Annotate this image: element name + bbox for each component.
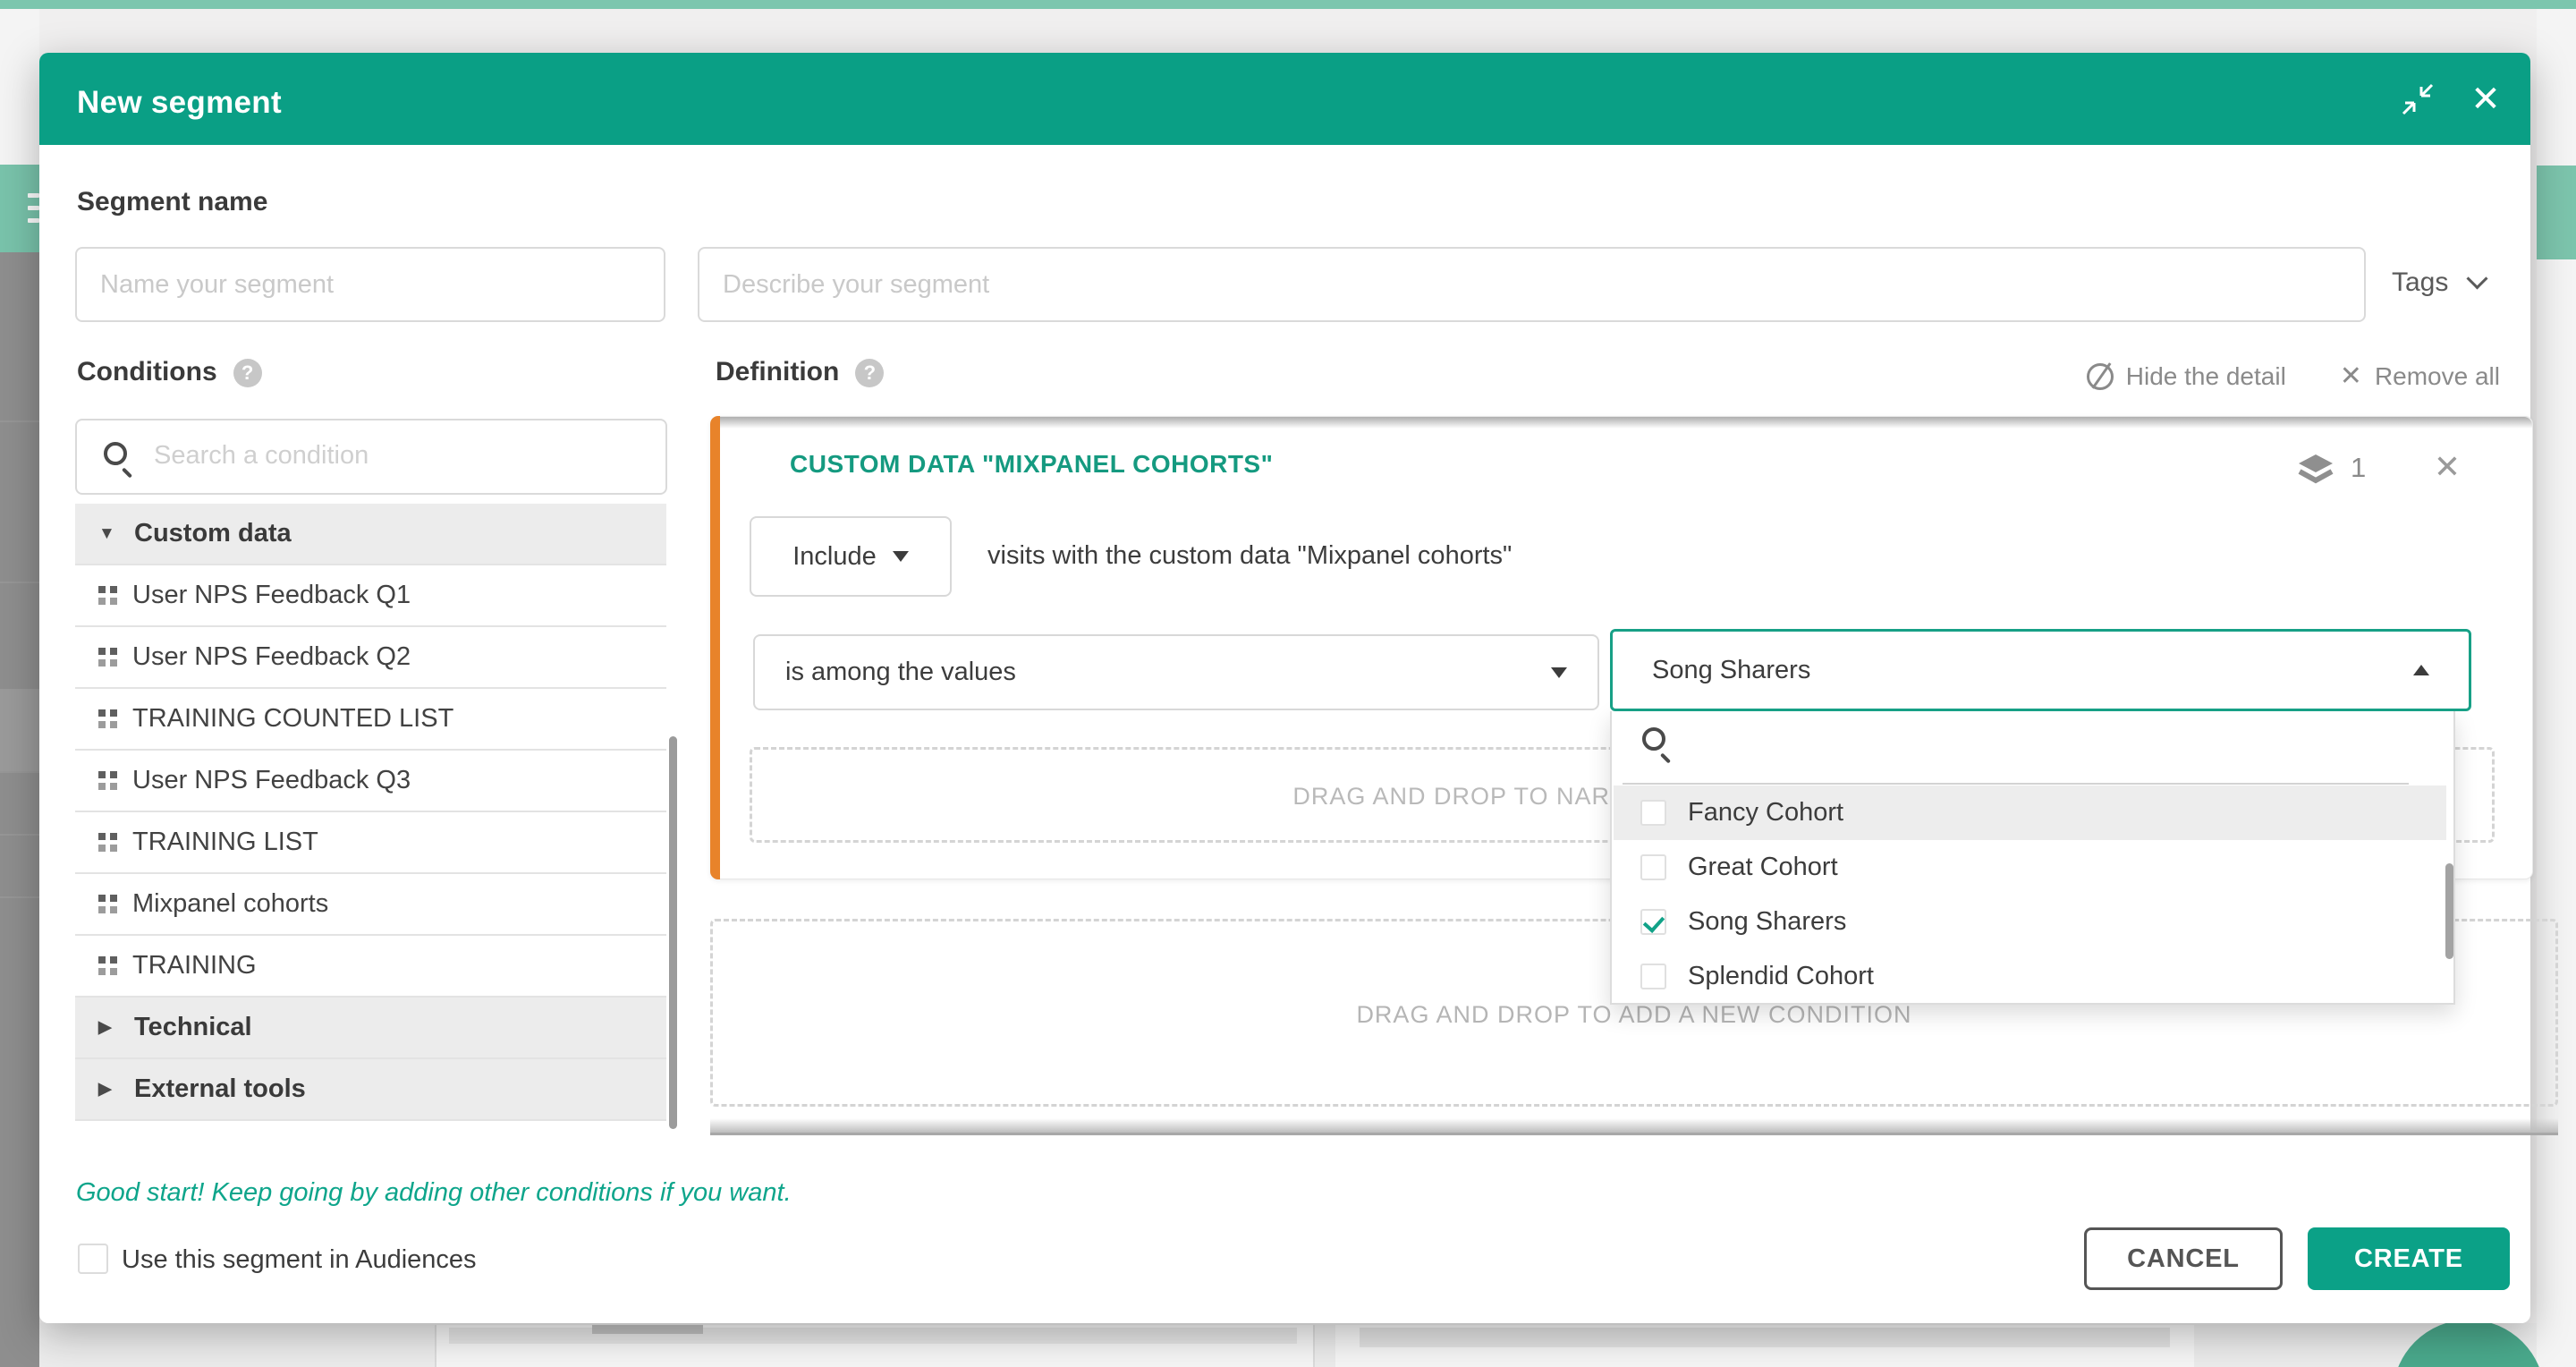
eye-slash-icon[interactable] xyxy=(2087,363,2114,390)
app-top-bar xyxy=(0,0,2576,9)
chevron-down-icon xyxy=(2467,267,2488,289)
caret-down-icon xyxy=(1551,667,1567,678)
audiences-checkbox[interactable] xyxy=(78,1244,108,1274)
caret-right-icon: ▶ xyxy=(98,1017,122,1038)
segment-name-label: Segment name xyxy=(77,187,267,217)
caret-down-icon: ▼ xyxy=(98,524,122,544)
app-header-band-right xyxy=(2537,166,2576,259)
layers-icon xyxy=(2297,454,2334,490)
layer-count: 1 xyxy=(2351,452,2366,484)
tags-label: Tags xyxy=(2392,267,2448,297)
condition-item[interactable]: User NPS Feedback Q2 xyxy=(75,627,666,689)
drag-handle-icon[interactable] xyxy=(98,771,106,778)
background-panel-bar xyxy=(449,1328,1297,1344)
new-segment-modal: New segment ✕ Segment name Tags Conditio… xyxy=(39,53,2530,1323)
option-great-cohort[interactable]: Great Cohort xyxy=(1614,840,2446,895)
sidebar-divider xyxy=(0,582,39,583)
condition-item[interactable]: TRAINING LIST xyxy=(75,812,666,874)
help-icon[interactable]: ? xyxy=(233,359,262,387)
tip-text: Good start! Keep going by adding other c… xyxy=(76,1178,792,1208)
condition-item[interactable]: TRAINING COUNTED LIST xyxy=(75,689,666,751)
panel-search-underline xyxy=(1623,783,2409,785)
checkbox-unchecked[interactable] xyxy=(1640,800,1666,826)
condition-item[interactable]: User NPS Feedback Q3 xyxy=(75,751,666,812)
definition-actions: Hide the detail ✕ Remove all xyxy=(2087,361,2500,392)
option-fancy-cohort[interactable]: Fancy Cohort xyxy=(1614,785,2446,840)
search-icon xyxy=(1642,727,1665,751)
condition-search-box xyxy=(75,419,667,495)
hide-detail-button[interactable]: Hide the detail xyxy=(2126,362,2286,391)
hamburger-icon xyxy=(28,193,39,198)
condition-close-icon[interactable]: ✕ xyxy=(2429,448,2465,486)
remove-all-button[interactable]: Remove all xyxy=(2375,362,2500,391)
drop-zone-new-condition-text: DRAG AND DROP TO ADD A NEW CONDITION xyxy=(710,1001,2558,1029)
conditions-list-scrollbar[interactable] xyxy=(669,736,677,1129)
condition-item[interactable]: Mixpanel cohorts xyxy=(75,874,666,936)
remove-all-x-icon[interactable]: ✕ xyxy=(2340,361,2362,392)
audiences-label: Use this segment in Audiences xyxy=(122,1245,477,1275)
modal-title: New segment xyxy=(77,85,282,121)
caret-down-icon xyxy=(893,551,909,562)
caret-right-icon: ▶ xyxy=(98,1079,122,1100)
sidebar-divider xyxy=(0,834,39,836)
drag-handle-icon[interactable] xyxy=(98,648,106,655)
background-panel-tab xyxy=(592,1325,703,1334)
drag-handle-icon[interactable] xyxy=(98,895,106,902)
definition-bottom-line xyxy=(710,1133,2558,1135)
panel-scrollbar[interactable] xyxy=(2445,863,2453,959)
definition-bottom-shadow xyxy=(710,1118,2558,1133)
group-technical[interactable]: ▶ Technical xyxy=(75,998,666,1059)
checkbox-checked[interactable] xyxy=(1640,909,1666,935)
background-panel-bar xyxy=(1360,1328,2170,1347)
search-icon xyxy=(104,442,127,465)
definition-top-shadow xyxy=(711,417,2532,429)
option-song-sharers[interactable]: Song Sharers xyxy=(1614,895,2446,949)
condition-item[interactable]: User NPS Feedback Q1 xyxy=(75,565,666,627)
hamburger-icon xyxy=(28,206,39,210)
app-sidebar-behind xyxy=(0,252,39,1367)
app-sidebar-item-behind xyxy=(0,689,39,771)
checkbox-unchecked[interactable] xyxy=(1640,854,1666,880)
segment-description-input[interactable] xyxy=(698,247,2366,322)
drag-handle-icon[interactable] xyxy=(98,709,106,717)
operator-dropdown[interactable]: is among the values xyxy=(753,634,1599,710)
conditions-list: ▼ Custom data User NPS Feedback Q1 User … xyxy=(75,504,666,1130)
condition-sentence: visits with the custom data "Mixpanel co… xyxy=(987,541,1512,571)
drag-handle-icon[interactable] xyxy=(98,586,106,593)
create-button[interactable]: CREATE xyxy=(2308,1227,2510,1290)
screen: New segment ✕ Segment name Tags Conditio… xyxy=(0,0,2576,1367)
option-splendid-cohort[interactable]: Splendid Cohort xyxy=(1614,949,2446,1004)
drag-handle-icon[interactable] xyxy=(98,956,106,964)
drop-zone-narrow-text: DRAG AND DROP TO NAR xyxy=(1109,783,1610,811)
tags-dropdown[interactable]: Tags xyxy=(2392,267,2485,298)
condition-search-input[interactable] xyxy=(152,420,639,491)
sidebar-divider xyxy=(0,896,39,898)
definition-label: Definition? xyxy=(716,357,884,387)
group-external-tools[interactable]: ▶ External tools xyxy=(75,1059,666,1121)
condition-card-title: CUSTOM DATA "MIXPANEL COHORTS" xyxy=(790,450,1273,479)
include-dropdown[interactable]: Include xyxy=(750,516,952,597)
cancel-button[interactable]: CANCEL xyxy=(2084,1227,2283,1290)
group-custom-data[interactable]: ▼ Custom data xyxy=(75,504,666,565)
close-icon[interactable]: ✕ xyxy=(2469,82,2503,116)
modal-header xyxy=(39,53,2530,145)
value-select[interactable]: Song Sharers xyxy=(1610,629,2471,711)
segment-name-input[interactable] xyxy=(75,247,665,322)
condition-color-bar xyxy=(710,416,720,879)
sidebar-divider xyxy=(0,420,39,422)
checkbox-unchecked[interactable] xyxy=(1640,964,1666,989)
conditions-label: Conditions? xyxy=(77,357,262,387)
drag-handle-icon[interactable] xyxy=(98,833,106,840)
condition-item[interactable]: TRAINING xyxy=(75,936,666,998)
hamburger-icon xyxy=(28,218,39,223)
caret-up-icon xyxy=(2413,665,2429,675)
value-dropdown-panel: Fancy Cohort Great Cohort Song Sharers S… xyxy=(1610,711,2455,1005)
collapse-icon[interactable] xyxy=(2401,82,2435,116)
sidebar-divider xyxy=(0,771,39,773)
help-icon[interactable]: ? xyxy=(855,359,884,387)
